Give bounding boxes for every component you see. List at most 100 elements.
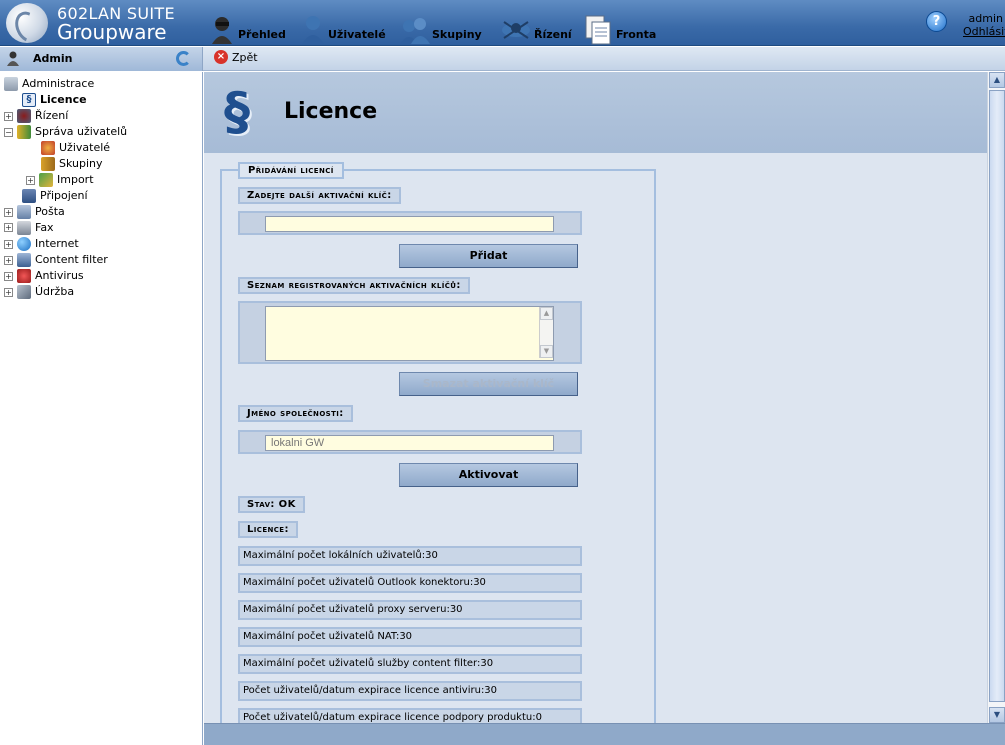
logout-link[interactable]: Odhlásit bbox=[963, 25, 1005, 38]
tree-item-uzivatele[interactable]: Uživatelé bbox=[4, 140, 127, 156]
fieldset-legend: Přidávání licencí bbox=[238, 162, 344, 179]
company-name-input[interactable] bbox=[265, 435, 554, 451]
licence-section-icon: § bbox=[224, 82, 250, 142]
refresh-icon[interactable] bbox=[176, 51, 191, 66]
fax-icon bbox=[17, 221, 31, 235]
nav-label: Uživatelé bbox=[328, 28, 386, 41]
nav-tree: Administrace § Licence + Řízení − Správa… bbox=[4, 76, 127, 300]
back-button[interactable]: × Zpět bbox=[214, 50, 258, 64]
expand-icon[interactable]: + bbox=[4, 239, 13, 249]
control-icon bbox=[500, 14, 532, 44]
scroll-up-icon[interactable]: ▲ bbox=[540, 307, 553, 320]
registered-keys-textarea[interactable] bbox=[265, 306, 554, 361]
scroll-down-icon[interactable]: ▼ bbox=[989, 707, 1005, 723]
tree-item-import[interactable]: + Import bbox=[4, 172, 127, 188]
tree-item-posta[interactable]: + Pošta bbox=[4, 204, 127, 220]
sidebar-header: Admin bbox=[0, 47, 203, 71]
tree-item-label: Internet bbox=[35, 237, 79, 250]
tree-item-administrace[interactable]: Administrace bbox=[4, 76, 127, 92]
licence-row: Maximální počet uživatelů proxy serveru:… bbox=[238, 600, 582, 620]
tree-item-label: Antivirus bbox=[35, 269, 84, 282]
tree-item-sprava-uzivatelu[interactable]: − Správa uživatelů bbox=[4, 124, 127, 140]
connection-icon bbox=[22, 189, 36, 203]
tree-item-label: Skupiny bbox=[59, 157, 103, 170]
group-icon bbox=[400, 14, 430, 44]
main-scrollbar[interactable]: ▲ ▼ bbox=[987, 72, 1005, 723]
company-label: Jméno společnosti: bbox=[238, 405, 353, 422]
logo-swirl-icon bbox=[6, 3, 48, 43]
queue-icon bbox=[584, 14, 614, 45]
user-name: admin bbox=[968, 12, 1003, 25]
user-icon bbox=[300, 14, 326, 44]
activation-key-input[interactable] bbox=[265, 216, 554, 232]
help-icon[interactable]: ? bbox=[926, 11, 947, 32]
nav-fronta[interactable]: Fronta bbox=[584, 4, 657, 45]
expand-icon[interactable]: + bbox=[4, 223, 13, 232]
expand-icon[interactable]: + bbox=[4, 271, 13, 281]
footer-bar bbox=[204, 723, 1005, 745]
expand-icon[interactable]: + bbox=[4, 111, 13, 121]
tree-item-fax[interactable]: Fax + bbox=[4, 220, 127, 236]
page-title: Licence bbox=[284, 99, 378, 124]
user-box: admin Odhlásit bbox=[963, 12, 1005, 38]
collapse-icon[interactable]: − bbox=[4, 127, 13, 137]
key-input-wrap bbox=[238, 211, 582, 235]
tree-item-label: Import bbox=[57, 173, 94, 186]
nav-label: Skupiny bbox=[432, 28, 482, 41]
import-icon bbox=[39, 173, 53, 187]
nav-label: Přehled bbox=[238, 28, 286, 41]
control-icon bbox=[17, 109, 31, 123]
main-content: § Licence Přidávání licencí Zadejte dalš… bbox=[204, 72, 987, 745]
licence-icon: § bbox=[22, 93, 36, 107]
tree-item-label: Připojení bbox=[40, 189, 88, 202]
activate-button[interactable]: Aktivovat bbox=[399, 463, 578, 487]
tree-item-internet[interactable]: + Internet bbox=[4, 236, 127, 252]
tree-item-pripojeni[interactable]: Připojení bbox=[4, 188, 127, 204]
nav-label: Řízení bbox=[534, 28, 572, 41]
licence-row: Maximální počet uživatelů Outlook konekt… bbox=[238, 573, 582, 593]
nav-uzivatele[interactable]: Uživatelé bbox=[300, 4, 386, 44]
nav-label: Fronta bbox=[616, 28, 657, 41]
page-header: § Licence bbox=[204, 72, 987, 153]
expand-icon[interactable]: + bbox=[4, 287, 13, 297]
expand-icon[interactable]: + bbox=[4, 207, 13, 217]
tree-item-content-filter[interactable]: + Content filter bbox=[4, 252, 127, 268]
remove-key-button[interactable]: Smazat aktivační klíč bbox=[399, 372, 578, 396]
licence-label: Licence: bbox=[238, 521, 298, 538]
tree-item-rizeni[interactable]: + Řízení bbox=[4, 108, 127, 124]
tree-item-label: Pošta bbox=[35, 205, 65, 218]
tree-item-label: Uživatelé bbox=[59, 141, 111, 154]
add-button[interactable]: Přidat bbox=[399, 244, 578, 268]
textarea-scrollbar[interactable]: ▲ ▼ bbox=[539, 307, 553, 358]
licence-row: Maximální počet uživatelů služby content… bbox=[238, 654, 582, 674]
tree-item-label: Řízení bbox=[35, 109, 69, 122]
tree-item-skupiny[interactable]: Skupiny bbox=[4, 156, 127, 172]
nav-rizeni[interactable]: Řízení bbox=[500, 4, 572, 44]
user-icon bbox=[41, 141, 55, 155]
licence-row: Počet uživatelů/datum expirace licence a… bbox=[238, 681, 582, 701]
antivirus-icon bbox=[17, 269, 31, 283]
scroll-up-icon[interactable]: ▲ bbox=[989, 72, 1005, 88]
tree-item-label: Správa uživatelů bbox=[35, 125, 128, 138]
registered-keys-wrap: ▲ ▼ bbox=[238, 301, 582, 364]
group-icon bbox=[41, 157, 55, 171]
key-label: Zadejte další aktivační klíč: bbox=[238, 187, 401, 204]
tree-item-licence[interactable]: § Licence bbox=[4, 92, 127, 108]
tree-item-label: Fax bbox=[35, 221, 54, 234]
tree-item-udrzba[interactable]: + Údržba bbox=[4, 284, 127, 300]
licence-row: Maximální počet lokálních uživatelů:30 bbox=[238, 546, 582, 566]
expand-icon[interactable]: + bbox=[4, 255, 13, 265]
licence-row: Maximální počet uživatelů NAT:30 bbox=[238, 627, 582, 647]
registered-keys-label: Seznam registrovaných aktivačních klíčů: bbox=[238, 277, 470, 294]
scroll-down-icon[interactable]: ▼ bbox=[540, 345, 553, 358]
scroll-thumb[interactable] bbox=[989, 90, 1005, 702]
nav-prehled[interactable]: Přehled bbox=[210, 4, 286, 44]
nav-skupiny[interactable]: Skupiny bbox=[400, 4, 482, 44]
tree-item-antivirus[interactable]: + Antivirus bbox=[4, 268, 127, 284]
wrench-icon bbox=[17, 285, 31, 299]
expand-icon[interactable]: + bbox=[26, 175, 35, 185]
brand-line2: Groupware bbox=[57, 20, 167, 44]
tree-item-label: Content filter bbox=[35, 253, 108, 266]
close-icon: × bbox=[214, 50, 228, 64]
spy-icon bbox=[210, 14, 236, 44]
